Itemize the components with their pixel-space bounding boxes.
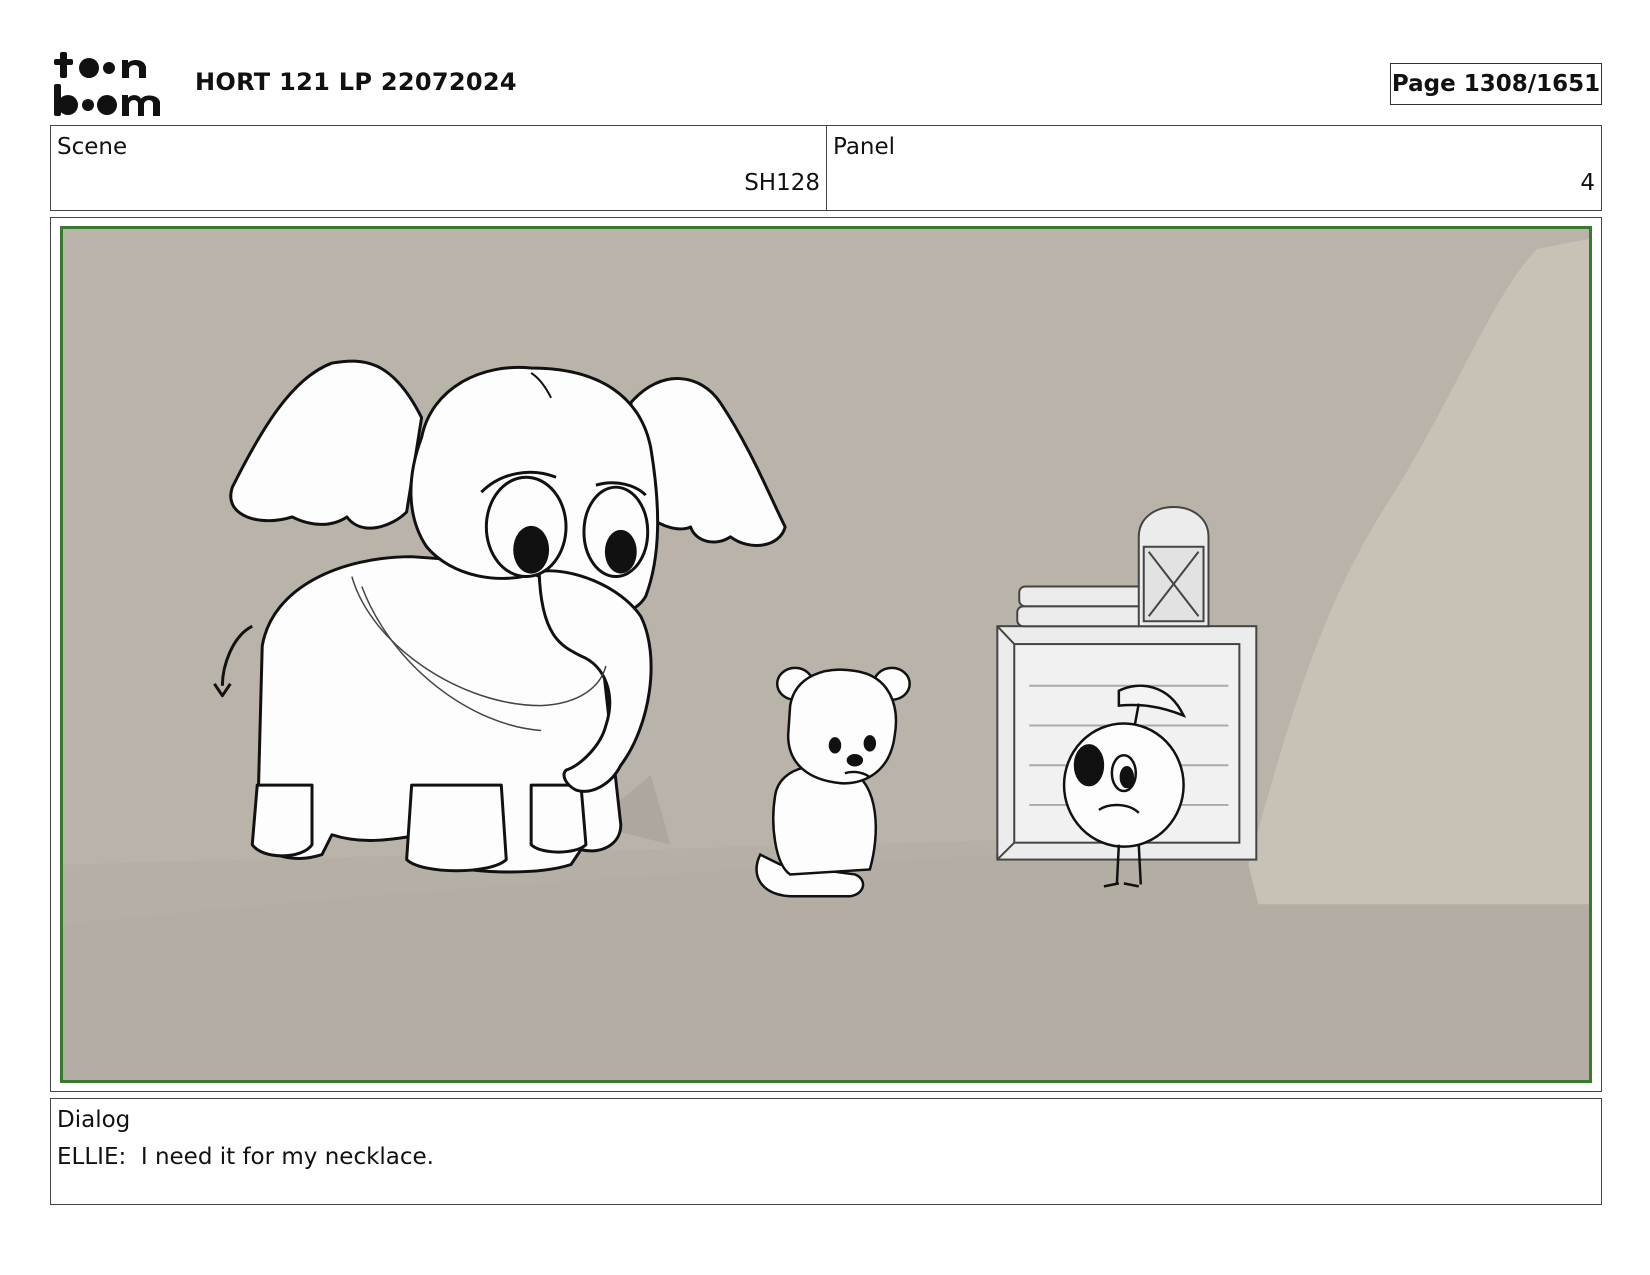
document-title: HORT 121 LP 22072024 <box>195 68 517 96</box>
scene-value: SH128 <box>744 170 820 196</box>
scene-illustration <box>63 229 1589 1080</box>
dialog-text: ELLIE: I need it for my necklace. <box>57 1144 434 1170</box>
panel-label: Panel <box>833 134 896 160</box>
panel-box: Panel 4 <box>826 125 1602 211</box>
page-counter: Page 1308/1651 <box>1390 63 1602 105</box>
storyboard-panel-image <box>60 226 1592 1083</box>
dialog-box: Dialog ELLIE: I need it for my necklace. <box>50 1098 1602 1205</box>
scene-box: Scene SH128 <box>50 125 827 211</box>
panel-value: 4 <box>1580 170 1595 196</box>
toonboom-logo <box>54 52 160 116</box>
scene-label: Scene <box>57 134 128 160</box>
dialog-label: Dialog <box>57 1107 131 1133</box>
storyboard-frame <box>50 217 1602 1092</box>
